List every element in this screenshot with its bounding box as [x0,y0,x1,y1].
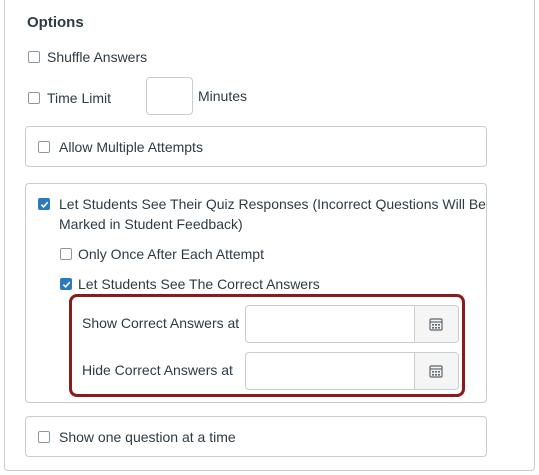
minutes-unit-label: Minutes [198,88,248,104]
see-correct-answers-checkbox[interactable] [60,278,72,290]
see-responses-checkbox[interactable] [38,198,50,210]
show-correct-answers-input[interactable] [246,306,414,342]
allow-multiple-attempts-box: Allow Multiple Attempts [25,126,487,167]
show-correct-answers-calendar-button[interactable] [414,306,458,342]
see-responses-label-line1: Let Students See Their Quiz Responses (I… [59,196,486,212]
hide-correct-answers-input[interactable] [246,353,414,389]
time-limit-minutes-input[interactable] [146,77,193,115]
hide-correct-answers-calendar-button[interactable] [414,353,458,389]
show-correct-answers-label: Show Correct Answers at [82,315,240,331]
show-correct-answers-field [245,305,459,343]
quiz-options-panel: Options Shuffle Answers Time Limit Minut… [4,0,535,471]
correct-answers-dates-highlight: Show Correct Answers at Hide Correct Ans… [69,294,465,397]
one-question-checkbox[interactable] [38,431,50,443]
time-limit-label: Time Limit [47,90,112,106]
checkmark-icon [62,281,71,289]
only-once-checkbox[interactable] [60,248,72,260]
hide-correct-answers-label: Hide Correct Answers at [82,362,233,378]
only-once-label: Only Once After Each Attempt [78,246,264,262]
time-limit-checkbox[interactable] [28,92,40,104]
options-heading: Options [27,14,84,31]
shuffle-answers-label: Shuffle Answers [47,49,148,65]
one-question-label: Show one question at a time [59,429,236,445]
hide-correct-answers-field [245,352,459,390]
allow-multiple-attempts-checkbox[interactable] [38,141,50,153]
shuffle-answers-checkbox[interactable] [28,51,40,63]
see-responses-label-line2: Marked in Student Feedback) [59,216,243,232]
calendar-icon [429,365,443,378]
calendar-icon [429,318,443,331]
one-question-box: Show one question at a time [25,416,487,457]
see-correct-answers-label: Let Students See The Correct Answers [78,276,320,292]
allow-multiple-attempts-label: Allow Multiple Attempts [59,139,203,155]
checkmark-icon [40,201,49,209]
